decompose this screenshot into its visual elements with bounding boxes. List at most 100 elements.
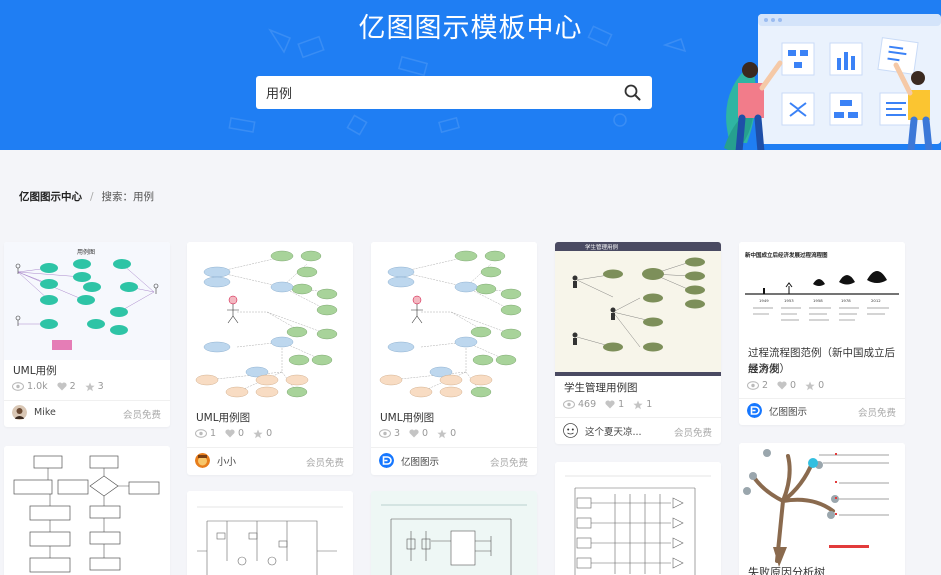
template-card[interactable]: UML用例图 1 0 0 小小 会员免费 [187, 242, 353, 475]
views-count: 1.0k [27, 381, 48, 392]
search-box[interactable] [256, 76, 652, 109]
stars-count: 0 [266, 428, 273, 439]
author-name[interactable]: 亿图图示 [769, 404, 807, 418]
stars-stat[interactable]: 3 [85, 381, 104, 392]
template-thumbnail[interactable]: 用例图 [4, 242, 170, 360]
eye-icon [563, 400, 575, 409]
member-free-badge: 会员免费 [122, 410, 161, 421]
stars-count: 1 [646, 399, 653, 410]
template-card[interactable]: 失败原因分析树 [739, 443, 905, 575]
template-stats: 1.0k 2 3 [12, 381, 104, 392]
star-icon [253, 429, 263, 438]
stars-count: 3 [97, 381, 104, 392]
likes-stat[interactable]: 0 [225, 428, 244, 439]
views-count: 1 [210, 428, 217, 439]
views-count: 469 [578, 399, 597, 410]
thumb-header: 学生管理用例 [585, 243, 619, 251]
template-author[interactable]: Mike [12, 405, 56, 420]
template-card[interactable] [4, 446, 170, 575]
template-card[interactable]: 用例图 UML用例 1.0k 2 3 Mike 会员免费 [4, 242, 170, 427]
likes-stat[interactable]: 2 [57, 381, 76, 392]
stars-stat[interactable]: 0 [253, 428, 272, 439]
template-card[interactable]: UML用例图 3 0 0 亿图图示 会员免费 [371, 242, 537, 475]
year-label: 2012 [871, 298, 881, 303]
search-input[interactable] [266, 85, 622, 100]
template-thumbnail[interactable]: 新中国成立后经济发展过程流程图 1949 1953 1958 1978 2012 [739, 242, 905, 341]
stars-stat[interactable]: 1 [633, 399, 652, 410]
heart-icon [409, 429, 419, 438]
views-stat: 3 [379, 428, 400, 439]
template-card[interactable]: 学生管理用例 学生管理用例图 469 1 1 这个夏天凉... 会员免费 [555, 242, 721, 444]
views-stat: 2 [747, 380, 768, 391]
year-label: 1949 [759, 298, 769, 303]
template-thumbnail[interactable] [187, 491, 353, 575]
template-title[interactable]: UML用例图 [380, 410, 434, 426]
views-stat: 469 [563, 399, 596, 410]
template-thumbnail[interactable] [371, 242, 537, 405]
stars-stat[interactable]: 0 [437, 428, 456, 439]
views-count: 2 [762, 380, 769, 391]
star-icon [437, 429, 447, 438]
card-divider [187, 447, 353, 448]
stars-count: 0 [818, 380, 825, 391]
hero-banner: 亿图图示模板中心 [0, 0, 941, 150]
heart-icon [777, 381, 787, 390]
template-author[interactable]: 亿图图示 [379, 453, 439, 468]
template-thumbnail[interactable] [739, 443, 905, 567]
star-icon [85, 382, 95, 391]
template-author[interactable]: 小小 [195, 453, 236, 468]
template-card[interactable] [371, 491, 537, 575]
eye-icon [195, 429, 207, 438]
template-card[interactable] [187, 491, 353, 575]
search-icon[interactable] [622, 83, 642, 103]
avatar[interactable] [195, 453, 210, 468]
eye-icon [12, 382, 24, 391]
template-thumbnail[interactable]: 学生管理用例 [555, 242, 721, 376]
avatar[interactable] [563, 423, 578, 438]
heart-icon [225, 429, 235, 438]
views-stat: 1.0k [12, 381, 48, 392]
member-free-badge: 会员免费 [489, 458, 528, 469]
template-thumbnail[interactable] [4, 446, 170, 575]
template-title[interactable]: 学生管理用例图 [564, 380, 638, 396]
template-author[interactable]: 亿图图示 [747, 403, 807, 418]
likes-count: 0 [422, 428, 429, 439]
card-divider [4, 400, 170, 401]
hero-illustration [724, 14, 941, 150]
year-label: 1953 [784, 298, 794, 303]
star-icon [633, 400, 643, 409]
breadcrumb-separator: / [90, 190, 94, 203]
template-card[interactable] [555, 462, 721, 575]
views-stat: 1 [195, 428, 216, 439]
author-name[interactable]: 小小 [217, 454, 236, 468]
template-thumbnail[interactable] [555, 462, 721, 575]
thumb-title: 用例图 [77, 248, 95, 256]
template-card[interactable]: 新中国成立后经济发展过程流程图 1949 1953 1958 1978 2012 [739, 242, 905, 425]
template-title[interactable]: UML用例 [13, 363, 57, 379]
template-author[interactable]: 这个夏天凉... [563, 423, 642, 438]
template-title-line2[interactable]: 展为例） [748, 361, 790, 377]
likes-count: 0 [790, 380, 797, 391]
avatar[interactable] [12, 405, 27, 420]
likes-count: 2 [69, 381, 76, 392]
member-free-badge: 会员免费 [857, 408, 896, 419]
breadcrumb-home[interactable]: 亿图图示中心 [19, 189, 82, 204]
author-name[interactable]: 这个夏天凉... [585, 424, 642, 438]
template-title[interactable]: UML用例图 [196, 410, 250, 426]
edraw-logo-icon[interactable] [379, 453, 394, 468]
heart-icon [57, 382, 67, 391]
views-count: 3 [394, 428, 401, 439]
template-title[interactable]: 失败原因分析树 [748, 565, 825, 575]
author-name[interactable]: Mike [34, 407, 56, 418]
likes-stat[interactable]: 0 [409, 428, 428, 439]
stars-stat[interactable]: 0 [805, 380, 824, 391]
card-divider [555, 417, 721, 418]
template-thumbnail[interactable] [371, 491, 537, 575]
member-free-badge: 会员免费 [673, 428, 712, 439]
likes-stat[interactable]: 1 [605, 399, 624, 410]
template-stats: 469 1 1 [563, 399, 652, 410]
likes-stat[interactable]: 0 [777, 380, 796, 391]
author-name[interactable]: 亿图图示 [401, 454, 439, 468]
edraw-logo-icon[interactable] [747, 403, 762, 418]
template-thumbnail[interactable] [187, 242, 353, 405]
